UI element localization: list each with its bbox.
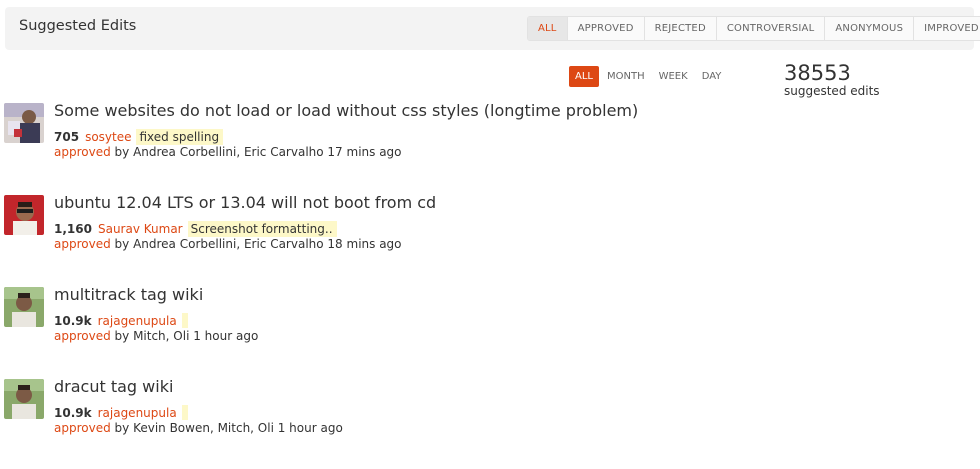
edit-comment — [181, 405, 188, 420]
edit-title[interactable]: dracut tag wiki — [54, 377, 173, 396]
edit-title[interactable]: ubuntu 12.04 LTS or 13.04 will not boot … — [54, 193, 436, 212]
filter-tabs: ALL APPROVED REJECTED CONTROVERSIAL ANON… — [527, 16, 980, 41]
user-link[interactable]: rajagenupula — [98, 406, 177, 420]
edit-item: multitrack tag wiki 10.9k rajagenupula a… — [4, 285, 964, 357]
period-tab-month[interactable]: MONTH — [601, 66, 651, 87]
reviewers: by Andrea Corbellini, Eric Carvalho 17 m… — [114, 145, 402, 159]
edit-meta: 1,160 Saurav Kumar Screenshot formatting… — [54, 221, 337, 237]
suggested-edits-count: 38553 — [784, 61, 851, 85]
edit-title[interactable]: Some websites do not load or load withou… — [54, 101, 638, 120]
status-link[interactable]: approved — [54, 329, 111, 343]
edit-meta: 10.9k rajagenupula — [54, 313, 188, 328]
edit-meta: 705 sosytee fixed spelling — [54, 129, 224, 145]
tab-approved[interactable]: APPROVED — [566, 17, 644, 40]
edit-status-line: approved by Kevin Bowen, Mitch, Oli 1 ho… — [54, 421, 343, 435]
reputation: 10.9k — [54, 313, 92, 328]
edit-title[interactable]: multitrack tag wiki — [54, 285, 203, 304]
status-link[interactable]: approved — [54, 237, 111, 251]
header-bar: Suggested Edits ALL APPROVED REJECTED CO… — [5, 7, 980, 50]
avatar[interactable] — [4, 287, 44, 327]
edit-comment — [181, 313, 188, 328]
avatar[interactable] — [4, 103, 44, 143]
edit-status-line: approved by Andrea Corbellini, Eric Carv… — [54, 145, 402, 159]
edit-item: ubuntu 12.04 LTS or 13.04 will not boot … — [4, 193, 964, 265]
period-tab-week[interactable]: WEEK — [653, 66, 694, 87]
edit-item: Some websites do not load or load withou… — [4, 101, 964, 173]
tab-improved[interactable]: IMPROVED — [913, 17, 980, 40]
reputation: 705 — [54, 130, 80, 144]
period-tabs: ALL MONTH WEEK DAY — [569, 66, 729, 87]
avatar[interactable] — [4, 195, 44, 235]
tab-controversial[interactable]: CONTROVERSIAL — [715, 17, 825, 40]
user-link[interactable]: sosytee — [85, 130, 131, 144]
tab-anonymous[interactable]: ANONYMOUS — [824, 17, 913, 40]
user-link[interactable]: rajagenupula — [98, 314, 177, 328]
reviewers: by Mitch, Oli 1 hour ago — [114, 329, 259, 343]
reviewers: by Andrea Corbellini, Eric Carvalho 18 m… — [114, 237, 402, 251]
suggested-edits-label: suggested edits — [784, 84, 880, 98]
edit-comment: fixed spelling — [136, 129, 224, 145]
suggested-edits-stat: 38553 suggested edits — [784, 61, 880, 98]
tab-all[interactable]: ALL — [528, 17, 567, 40]
tab-rejected[interactable]: REJECTED — [643, 17, 716, 40]
status-link[interactable]: approved — [54, 145, 111, 159]
edit-comment: Screenshot formatting.. — [187, 221, 337, 237]
reputation: 1,160 — [54, 222, 92, 236]
edit-status-line: approved by Mitch, Oli 1 hour ago — [54, 329, 258, 343]
edit-item: dracut tag wiki 10.9k rajagenupula appro… — [4, 377, 964, 449]
edit-status-line: approved by Andrea Corbellini, Eric Carv… — [54, 237, 402, 251]
status-link[interactable]: approved — [54, 421, 111, 435]
page-title: Suggested Edits — [19, 18, 137, 34]
period-tab-all[interactable]: ALL — [569, 66, 599, 87]
reputation: 10.9k — [54, 405, 92, 420]
edit-meta: 10.9k rajagenupula — [54, 405, 188, 420]
user-link[interactable]: Saurav Kumar — [98, 222, 183, 236]
avatar[interactable] — [4, 379, 44, 419]
period-tab-day[interactable]: DAY — [696, 66, 728, 87]
reviewers: by Kevin Bowen, Mitch, Oli 1 hour ago — [114, 421, 343, 435]
